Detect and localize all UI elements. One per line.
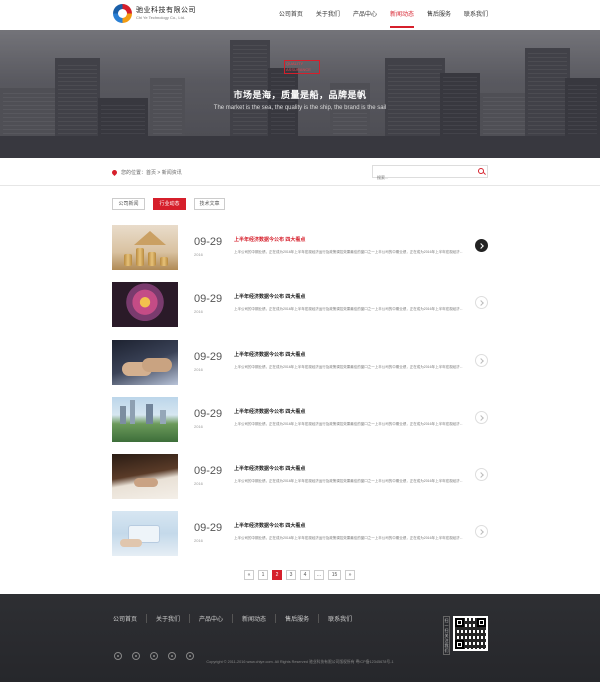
news-summary: 上半公司的中期业绩，正在成为2016年上半年宏观经济运行及政策调控效果最佳的窗口… (234, 422, 463, 426)
nav-item-about[interactable]: 关于我们 (316, 0, 340, 30)
news-year: 2016 (194, 367, 203, 372)
copyright-text: Copyright © 2011-2016 www.chiye.com. All… (206, 660, 394, 664)
read-more-arrow-icon[interactable] (475, 525, 488, 538)
read-more-arrow-icon[interactable] (475, 296, 488, 309)
news-item[interactable]: 09-29 2016 上半年经济数据今公布 四大看点 上半公司的中期业绩，正在成… (112, 454, 488, 499)
qq-icon[interactable] (150, 652, 158, 660)
nav-item-contact[interactable]: 联系我们 (464, 0, 488, 30)
pager-page[interactable]: 3 (286, 570, 296, 580)
footer-link-news[interactable]: 新闻动态 (242, 614, 277, 623)
qr-label: 扫一扫关注我们 (443, 616, 450, 655)
news-date: 09-29 (194, 351, 223, 363)
read-more-arrow-icon[interactable] (475, 468, 488, 481)
pager-page[interactable]: 4 (300, 570, 310, 580)
location-pin-icon (110, 168, 119, 177)
phone-icon[interactable] (168, 652, 176, 660)
news-item[interactable]: 09-29 2016 上半年经济数据今公布 四大看点 上半公司的中期业绩，正在成… (112, 511, 488, 556)
news-summary: 上半公司的中期业绩，正在成为2016年上半年宏观经济运行及政策调控效果最佳的窗口… (234, 479, 463, 483)
news-year: 2016 (194, 309, 203, 314)
logo-mark-icon (113, 4, 132, 23)
qr-code-image (453, 616, 488, 651)
news-date: 09-29 (194, 236, 223, 248)
footer-nav: 公司首页 关于我们 产品中心 新闻动态 售后服务 联系我们 (113, 614, 370, 623)
read-more-arrow-icon[interactable] (475, 354, 488, 367)
pager-next-button[interactable]: » (345, 570, 355, 580)
news-summary: 上半公司的中期业绩，正在成为2016年上半年宏观经济运行及政策调控效果最佳的窗口… (234, 250, 463, 254)
weibo-icon[interactable] (132, 652, 140, 660)
news-summary: 上半公司的中期业绩，正在成为2016年上半年宏观经济运行及政策调控效果最佳的窗口… (234, 536, 463, 540)
news-summary: 上半公司的中期业绩，正在成为2016年上半年宏观经济运行及政策调控效果最佳的窗口… (234, 307, 463, 311)
logo-name-cn: 驰业科技有限公司 (136, 7, 196, 14)
news-year: 2016 (194, 252, 203, 257)
footer-link-contact[interactable]: 联系我们 (328, 614, 361, 623)
news-year: 2016 (194, 538, 203, 543)
nav-item-service[interactable]: 售后服务 (427, 0, 451, 30)
news-date: 09-29 (194, 522, 223, 534)
news-title[interactable]: 上半年经济数据今公布 四大看点 (234, 293, 305, 300)
news-date: 09-29 (194, 465, 223, 477)
news-item[interactable]: 09-29 2016 上半年经济数据今公布 四大看点 上半公司的中期业绩，正在成… (112, 397, 488, 442)
tab-tech-articles[interactable]: 技术文章 (194, 198, 225, 210)
footer-social-icons (114, 652, 204, 660)
pager-page[interactable]: 1 (258, 570, 268, 580)
search-box (372, 165, 488, 183)
banner-subtitle: The market is the sea, the quality is th… (213, 105, 387, 111)
footer-link-about[interactable]: 关于我们 (156, 614, 191, 623)
footer-link-service[interactable]: 售后服务 (285, 614, 320, 623)
breadcrumb-text[interactable]: 您的位置：首页 > 新闻资讯 (121, 169, 182, 176)
logo-name-en: Chi Ye Technology Co., Ltd. (136, 15, 186, 20)
footer-link-products[interactable]: 产品中心 (199, 614, 234, 623)
news-thumbnail[interactable] (112, 225, 178, 270)
quality-assurance-tag: QUALITY ASSURANCE (284, 60, 320, 74)
news-title[interactable]: 上半年经济数据今公布 四大看点 (234, 522, 305, 529)
news-thumbnail[interactable] (112, 454, 178, 499)
nav-item-products[interactable]: 产品中心 (353, 0, 377, 30)
breadcrumb: 您的位置：首页 > 新闻资讯 (110, 168, 182, 177)
news-thumbnail[interactable] (112, 397, 178, 442)
news-title[interactable]: 上半年经济数据今公布 四大看点 (234, 236, 305, 243)
nav-item-home[interactable]: 公司首页 (279, 0, 303, 30)
read-more-arrow-icon[interactable] (475, 239, 488, 252)
news-item[interactable]: 09-29 2016 上半年经济数据今公布 四大看点 上半公司的中期业绩，正在成… (112, 340, 488, 385)
main-nav: 公司首页 关于我们 产品中心 新闻动态 售后服务 联系我们 (266, 0, 488, 30)
news-date: 09-29 (194, 293, 223, 305)
news-title[interactable]: 上半年经济数据今公布 四大看点 (234, 465, 305, 472)
news-summary: 上半公司的中期业绩，正在成为2016年上半年宏观经济运行及政策调控效果最佳的窗口… (234, 365, 463, 369)
read-more-arrow-icon[interactable] (475, 411, 488, 424)
news-item[interactable]: 09-29 2016 上半年经济数据今公布 四大看点 上半公司的中期业绩，正在成… (112, 225, 488, 270)
news-date: 09-29 (194, 408, 223, 420)
pagination: « 1 2 3 4 ... 15 » (244, 570, 359, 580)
search-icon[interactable] (478, 168, 484, 174)
news-title[interactable]: 上半年经济数据今公布 四大看点 (234, 408, 305, 415)
tab-industry-news[interactable]: 行业动态 (153, 198, 186, 210)
pager-page-current[interactable]: 2 (272, 570, 282, 580)
wechat-icon[interactable] (114, 652, 122, 660)
footer-link-home[interactable]: 公司首页 (113, 614, 148, 623)
news-item[interactable]: 09-29 2016 上半年经济数据今公布 四大看点 上半公司的中期业绩，正在成… (112, 282, 488, 327)
news-thumbnail[interactable] (112, 340, 178, 385)
news-year: 2016 (194, 481, 203, 486)
search-input[interactable] (373, 172, 469, 183)
news-thumbnail[interactable] (112, 282, 178, 327)
news-title[interactable]: 上半年经济数据今公布 四大看点 (234, 351, 305, 358)
nav-item-news[interactable]: 新闻动态 (389, 0, 414, 30)
breadcrumb-bar: 您的位置：首页 > 新闻资讯 (0, 158, 600, 186)
pager-ellipsis: ... (314, 570, 324, 580)
email-icon[interactable] (186, 652, 194, 660)
banner-title: 市场是海，质量是船，品牌是帆 (233, 90, 367, 100)
news-thumbnail[interactable] (112, 511, 178, 556)
company-logo[interactable]: 驰业科技有限公司 Chi Ye Technology Co., Ltd. (113, 4, 196, 23)
tab-company-news[interactable]: 公司新闻 (112, 198, 145, 210)
pager-prev-button[interactable]: « (244, 570, 254, 580)
site-footer: 公司首页 关于我们 产品中心 新闻动态 售后服务 联系我们 (0, 594, 600, 682)
news-year: 2016 (194, 424, 203, 429)
pager-page-last[interactable]: 15 (328, 570, 341, 580)
site-header: 驰业科技有限公司 Chi Ye Technology Co., Ltd. 公司首… (0, 0, 600, 30)
